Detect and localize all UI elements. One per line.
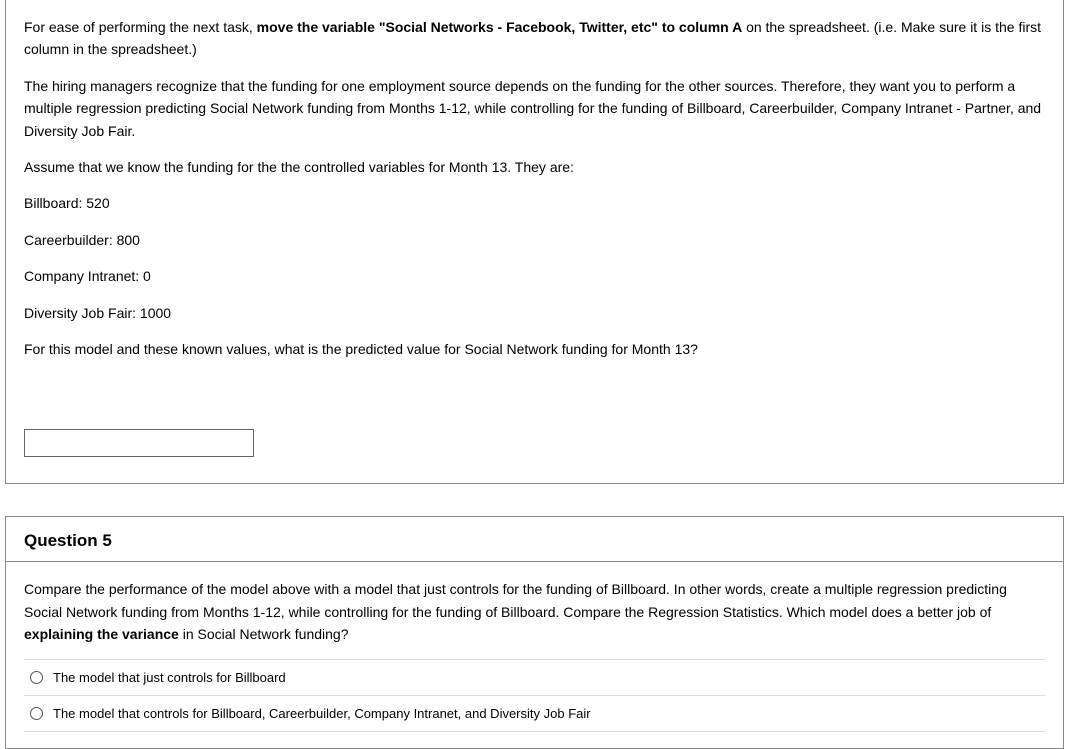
question-4-card: For ease of performing the next task, mo… xyxy=(5,0,1064,484)
q4-val-2: Careerbuilder: 800 xyxy=(24,229,1045,251)
q4-val-1: Billboard: 520 xyxy=(24,192,1045,214)
q5-para-1: Compare the performance of the model abo… xyxy=(24,578,1045,645)
question-5-body: Compare the performance of the model abo… xyxy=(6,562,1063,748)
card-gap xyxy=(0,484,1069,516)
question-5-title: Question 5 xyxy=(24,531,1045,551)
q5-option-2[interactable]: The model that controls for Billboard, C… xyxy=(24,696,1045,732)
q4-para-2: The hiring managers recognize that the f… xyxy=(24,75,1045,142)
q5-option-1[interactable]: The model that just controls for Billboa… xyxy=(24,660,1045,696)
question-5-card: Question 5 Compare the performance of th… xyxy=(5,516,1064,749)
q4-val-4: Diversity Job Fair: 1000 xyxy=(24,302,1045,324)
q5-option-2-label: The model that controls for Billboard, C… xyxy=(53,706,591,721)
q5-p1-b: explaining the variance xyxy=(24,626,179,642)
q4-para-3: Assume that we know the funding for the … xyxy=(24,156,1045,178)
q5-option-1-label: The model that just controls for Billboa… xyxy=(53,670,286,685)
question-5-header: Question 5 xyxy=(6,517,1063,562)
q4-val-3: Company Intranet: 0 xyxy=(24,265,1045,287)
radio-icon xyxy=(30,671,43,684)
q4-p1-b: move the variable "Social Networks - Fac… xyxy=(257,19,743,35)
q4-answer-input[interactable] xyxy=(24,429,254,457)
q4-para-1: For ease of performing the next task, mo… xyxy=(24,16,1045,61)
q5-options: The model that just controls for Billboa… xyxy=(24,659,1045,732)
q4-p1-a: For ease of performing the next task, xyxy=(24,19,257,35)
q5-p1-c: in Social Network funding? xyxy=(179,626,349,642)
q5-p1-a: Compare the performance of the model abo… xyxy=(24,581,1007,619)
radio-icon xyxy=(30,707,43,720)
question-4-body: For ease of performing the next task, mo… xyxy=(6,0,1063,483)
q4-para-4: For this model and these known values, w… xyxy=(24,338,1045,360)
